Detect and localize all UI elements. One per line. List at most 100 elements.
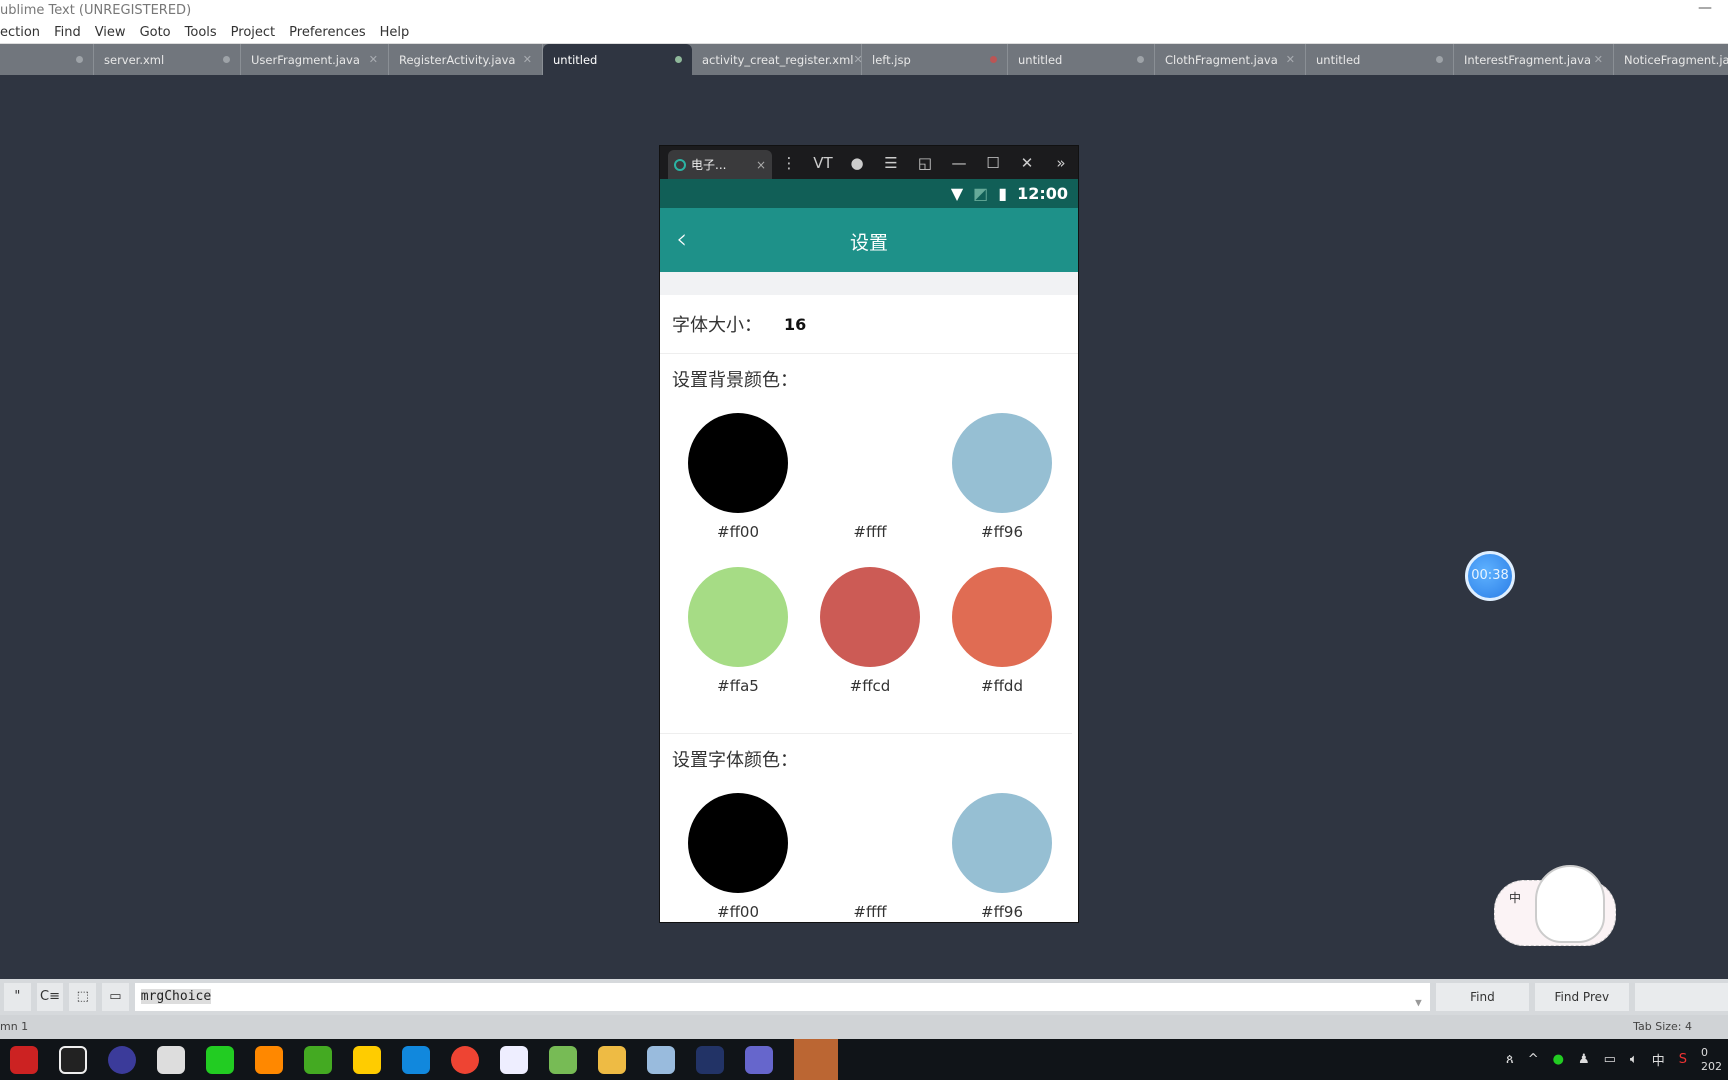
find-input[interactable]: mrgChoice ▼: [134, 983, 1430, 1011]
minimize-icon[interactable]: —: [942, 154, 976, 172]
tab-size[interactable]: Tab Size: 4: [1633, 1015, 1692, 1039]
tab[interactable]: [0, 44, 94, 75]
case-toggle-icon[interactable]: C≡: [36, 983, 64, 1011]
color-swatch[interactable]: [952, 567, 1052, 667]
android-studio-icon[interactable]: [549, 1045, 577, 1074]
emulator-tab[interactable]: 电子... ×: [668, 150, 772, 179]
volume-icon[interactable]: 🔈︎: [1630, 1052, 1638, 1067]
find-prev-button[interactable]: Find Prev: [1535, 983, 1629, 1011]
tab[interactable]: RegisterActivity.java ✕: [389, 44, 543, 75]
tab[interactable]: activity_creat_register.xml ✕: [692, 44, 863, 75]
people-icon[interactable]: ጰ: [1506, 1052, 1514, 1067]
chrome-icon[interactable]: [451, 1045, 479, 1074]
menu-view[interactable]: View: [95, 22, 126, 43]
color-label: #ffa5: [717, 677, 759, 695]
tab[interactable]: InterestFragment.java ✕: [1454, 44, 1614, 75]
modified-dot-icon[interactable]: [76, 56, 83, 63]
modified-dot-icon[interactable]: [990, 56, 997, 63]
tab[interactable]: server.xml: [94, 44, 241, 75]
menu-tools[interactable]: Tools: [185, 22, 217, 43]
qq-icon[interactable]: [59, 1045, 87, 1074]
steam-icon[interactable]: [10, 1045, 38, 1074]
whole-word-toggle-icon[interactable]: ⬚: [69, 983, 97, 1011]
close-icon[interactable]: ✕: [523, 53, 532, 66]
recording-timer[interactable]: 00:38: [1465, 551, 1515, 601]
app-icon[interactable]: [696, 1045, 724, 1074]
color-swatch[interactable]: [688, 793, 788, 893]
close-icon[interactable]: ✕: [1594, 53, 1603, 66]
modified-dot-icon[interactable]: [1137, 56, 1144, 63]
modified-dot-icon[interactable]: [1436, 56, 1443, 63]
app-icon[interactable]: [304, 1045, 332, 1074]
font-size-row[interactable]: 字体大小： 16: [660, 295, 1078, 354]
menu-preferences[interactable]: Preferences: [289, 22, 365, 43]
account-icon[interactable]: ●: [840, 154, 874, 172]
app-icon[interactable]: [157, 1045, 185, 1074]
menu-goto[interactable]: Goto: [140, 22, 171, 43]
close-icon[interactable]: ✕: [1010, 154, 1044, 172]
dropdown-arrow-icon[interactable]: ▼: [1415, 989, 1422, 1017]
app-icon[interactable]: [647, 1045, 675, 1074]
screenshot-icon[interactable]: ◱: [908, 154, 942, 172]
more-icon[interactable]: ⋮: [772, 154, 806, 172]
tab[interactable]: NoticeFragment.java✕: [1614, 44, 1728, 75]
tab-label: untitled: [553, 52, 598, 67]
app-icon[interactable]: [353, 1045, 381, 1074]
close-icon[interactable]: ✕: [369, 53, 378, 66]
clock[interactable]: 0 202: [1701, 1046, 1722, 1074]
app-icon[interactable]: [745, 1045, 773, 1074]
menu-selection[interactable]: ection: [0, 22, 40, 43]
qq-tray-icon[interactable]: ♟: [1578, 1052, 1590, 1067]
eclipse-icon[interactable]: [108, 1045, 136, 1074]
find-button[interactable]: Find: [1435, 983, 1530, 1011]
file-explorer-icon[interactable]: [598, 1045, 626, 1074]
sogou-icon[interactable]: S: [1679, 1052, 1687, 1067]
app-icon[interactable]: [794, 1039, 838, 1080]
emulator-tab-label: 电子...: [691, 158, 727, 172]
app-icon[interactable]: [500, 1045, 528, 1074]
tab-label: server.xml: [104, 52, 165, 67]
tab[interactable]: left.jsp: [862, 44, 1008, 75]
menu-project[interactable]: Project: [231, 22, 275, 43]
close-icon[interactable]: ✕: [1286, 53, 1295, 66]
vt-icon[interactable]: VT: [806, 154, 840, 172]
show-hidden-icon[interactable]: ^: [1528, 1052, 1539, 1067]
find-all-button[interactable]: [1634, 983, 1728, 1011]
minimize-button[interactable]: —: [1698, 0, 1712, 16]
modified-dot-icon[interactable]: [675, 56, 682, 63]
sublime-icon[interactable]: [255, 1045, 283, 1074]
tab[interactable]: UserFragment.java ✕: [241, 44, 389, 75]
color-swatch[interactable]: [688, 567, 788, 667]
color-swatch[interactable]: [820, 793, 920, 893]
color-swatch[interactable]: [820, 413, 920, 513]
wechat-icon[interactable]: [206, 1045, 234, 1074]
close-tab-icon[interactable]: ×: [756, 158, 766, 172]
color-label: #ff00: [717, 523, 759, 541]
color-swatch[interactable]: [820, 567, 920, 667]
system-tray: ጰ ^ ● ♟ ▭ 🔈︎ 中 S 0 202: [1506, 1039, 1728, 1080]
tab[interactable]: ClothFragment.java ✕: [1155, 44, 1306, 75]
ime-indicator[interactable]: 中: [1652, 1050, 1665, 1069]
tab[interactable]: untitled: [543, 44, 692, 75]
color-swatch[interactable]: [952, 793, 1052, 893]
android-status-bar: ▼ ◩ ▮ 12:00: [660, 179, 1078, 208]
wechat-tray-icon[interactable]: ●: [1553, 1052, 1564, 1067]
color-swatch[interactable]: [952, 413, 1052, 513]
tab-label: NoticeFragment.java: [1624, 52, 1728, 67]
network-icon[interactable]: ▭: [1604, 1052, 1616, 1067]
menu-find[interactable]: Find: [54, 22, 81, 43]
modified-dot-icon[interactable]: [223, 56, 230, 63]
wrap-toggle-icon[interactable]: ▭: [102, 983, 129, 1011]
font-size-value[interactable]: 16: [784, 315, 806, 334]
app-icon[interactable]: [402, 1045, 430, 1074]
regex-toggle-icon[interactable]: ": [4, 983, 31, 1011]
menu-icon[interactable]: ☰: [874, 154, 908, 172]
maximize-icon[interactable]: ☐: [976, 154, 1010, 172]
tab[interactable]: untitled: [1008, 44, 1155, 75]
page-title: 设置: [849, 232, 888, 254]
bunny-mascot-icon: [1535, 865, 1605, 943]
color-swatch[interactable]: [688, 413, 788, 513]
menu-help[interactable]: Help: [380, 22, 410, 43]
expand-icon[interactable]: »: [1044, 154, 1078, 172]
tab[interactable]: untitled: [1306, 44, 1454, 75]
